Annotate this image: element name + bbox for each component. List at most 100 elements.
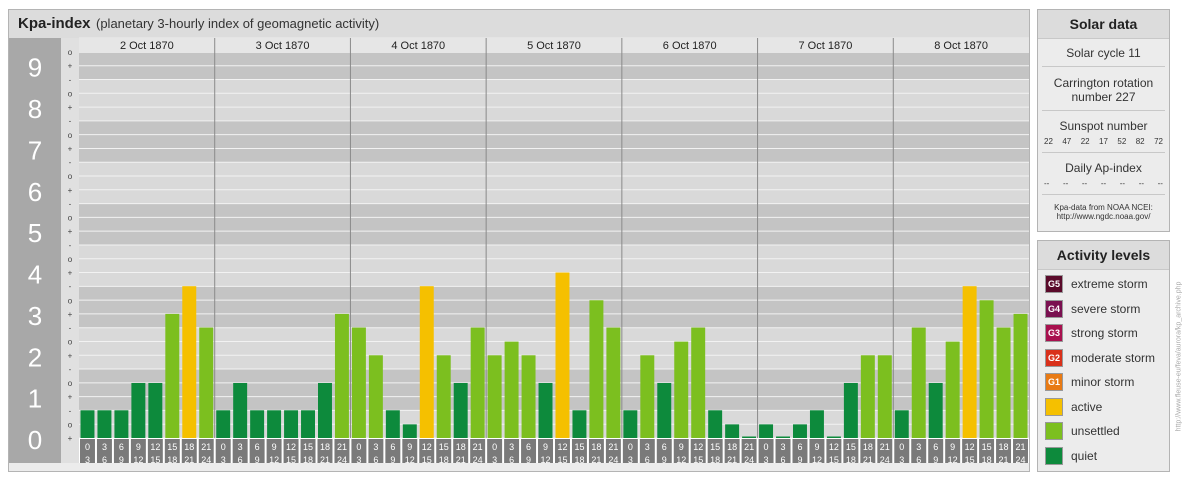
kp-bar — [691, 327, 706, 438]
time-start-label: 18 — [863, 442, 873, 452]
y-minor-tick-label: o — [68, 338, 73, 347]
time-start-label: 3 — [102, 442, 107, 452]
day-label: 7 Oct 1870 — [799, 40, 853, 52]
y-tick-label: 9 — [28, 53, 42, 83]
y-minor-tick-label: o — [68, 89, 73, 98]
time-end-label: 6 — [509, 455, 514, 465]
kp-band — [79, 79, 1029, 121]
kp-bar — [606, 327, 621, 438]
source-url[interactable]: http://www.ngdc.noaa.gov/ — [1038, 212, 1169, 221]
kp-bar — [131, 382, 146, 438]
time-end-label: 24 — [744, 455, 754, 465]
time-start-label: 3 — [238, 442, 243, 452]
day-label: 8 Oct 1870 — [934, 40, 988, 52]
kp-bar — [80, 410, 95, 438]
time-start-label: 9 — [950, 442, 955, 452]
day-label: 4 Oct 1870 — [391, 40, 445, 52]
kp-bar — [928, 382, 943, 438]
y-tick-label: 1 — [28, 384, 42, 414]
kp-bar — [148, 382, 163, 438]
time-end-label: 18 — [710, 455, 720, 465]
time-end-label: 3 — [628, 455, 633, 465]
time-end-label: 15 — [150, 455, 160, 465]
time-end-label: 15 — [965, 455, 975, 465]
time-end-label: 15 — [693, 455, 703, 465]
y-minor-tick-label: o — [68, 255, 73, 264]
time-end-label: 3 — [356, 455, 361, 465]
day-label: 3 Oct 1870 — [256, 40, 310, 52]
y-minor-tick-label: + — [68, 103, 73, 112]
kp-bar — [318, 382, 332, 438]
time-end-label: 12 — [405, 455, 415, 465]
time-end-label: 12 — [812, 455, 822, 465]
day-label: 2 Oct 1870 — [120, 40, 174, 52]
solar-data-title: Solar data — [1038, 10, 1169, 39]
y-tick-label: 8 — [28, 94, 42, 124]
y-minor-tick-label: - — [69, 241, 72, 250]
time-start-label: 15 — [439, 442, 449, 452]
time-end-label: 21 — [591, 455, 601, 465]
time-start-label: 0 — [356, 442, 361, 452]
kp-bar — [182, 286, 197, 438]
legend-label: unsettled — [1071, 424, 1120, 438]
time-end-label: 12 — [541, 455, 551, 465]
time-start-label: 15 — [846, 442, 856, 452]
kp-bar — [402, 424, 417, 438]
source-label: Kpa-data from NOAA NCEI: — [1054, 203, 1153, 212]
time-start-label: 0 — [899, 442, 904, 452]
sunspot-value: 82 — [1135, 137, 1145, 146]
kpa-chart-panel: Kpa-index (planetary 3-hourly index of g… — [8, 9, 1030, 472]
time-end-label: 21 — [456, 455, 466, 465]
legend-swatch: G5 — [1045, 275, 1063, 293]
time-end-label: 18 — [574, 455, 584, 465]
y-minor-tick-label: - — [69, 75, 72, 84]
legend-label: severe storm — [1071, 301, 1141, 316]
time-start-label: 6 — [662, 442, 667, 452]
y-minor-tick-label: - — [69, 282, 72, 291]
kp-bar — [368, 355, 383, 438]
kp-bar — [843, 382, 858, 438]
time-start-label: 21 — [880, 442, 890, 452]
ap-value: -- — [1062, 179, 1069, 188]
y-tick-label: 5 — [28, 218, 42, 248]
kp-bar — [725, 424, 740, 438]
kp-bar — [572, 410, 587, 438]
time-start-label: 15 — [710, 442, 720, 452]
carrington-label: Carrington rotation — [1053, 76, 1154, 90]
time-start-label: 9 — [407, 442, 412, 452]
legend-label: extreme storm — [1071, 277, 1148, 291]
kpa-bar-chart: 0123456789+o-+o-+o-+o-+o-+o-+o-+o-+o-+o2… — [9, 37, 1029, 465]
sunspot-value: 72 — [1154, 137, 1163, 146]
time-end-label: 6 — [373, 455, 378, 465]
y-minor-tick-label: o — [68, 172, 73, 181]
sunspot-value: 22 — [1080, 137, 1090, 146]
kp-band — [79, 162, 1029, 204]
watermark-url: http://www.fleuse-eu/feva/aurora/kp_arch… — [1175, 281, 1183, 432]
time-end-label: 6 — [102, 455, 107, 465]
activity-levels-title: Activity levels — [1038, 241, 1169, 270]
kp-bar — [250, 410, 265, 438]
kp-bar — [894, 410, 909, 438]
time-end-label: 6 — [238, 455, 243, 465]
kp-bar — [538, 382, 553, 438]
time-start-label: 9 — [272, 442, 277, 452]
sunspot-value: 22 — [1044, 137, 1053, 146]
time-start-label: 12 — [422, 442, 432, 452]
time-start-label: 21 — [337, 442, 347, 452]
ap-value: -- — [1119, 179, 1126, 188]
y-minor-tick-label: + — [68, 227, 73, 236]
time-start-label: 6 — [933, 442, 938, 452]
time-start-label: 9 — [814, 442, 819, 452]
time-start-label: 9 — [679, 442, 684, 452]
legend-swatch: G1 — [1045, 373, 1063, 391]
y-minor-tick-label: - — [69, 324, 72, 333]
divider — [1042, 194, 1165, 195]
kp-band — [79, 244, 1029, 287]
time-start-label: 18 — [999, 442, 1009, 452]
time-end-label: 6 — [645, 455, 650, 465]
kp-bar — [657, 382, 672, 438]
kp-bar — [487, 355, 502, 438]
ap-value: -- — [1138, 179, 1145, 188]
legend-label: active — [1071, 399, 1103, 414]
ap-value: -- — [1044, 179, 1050, 188]
